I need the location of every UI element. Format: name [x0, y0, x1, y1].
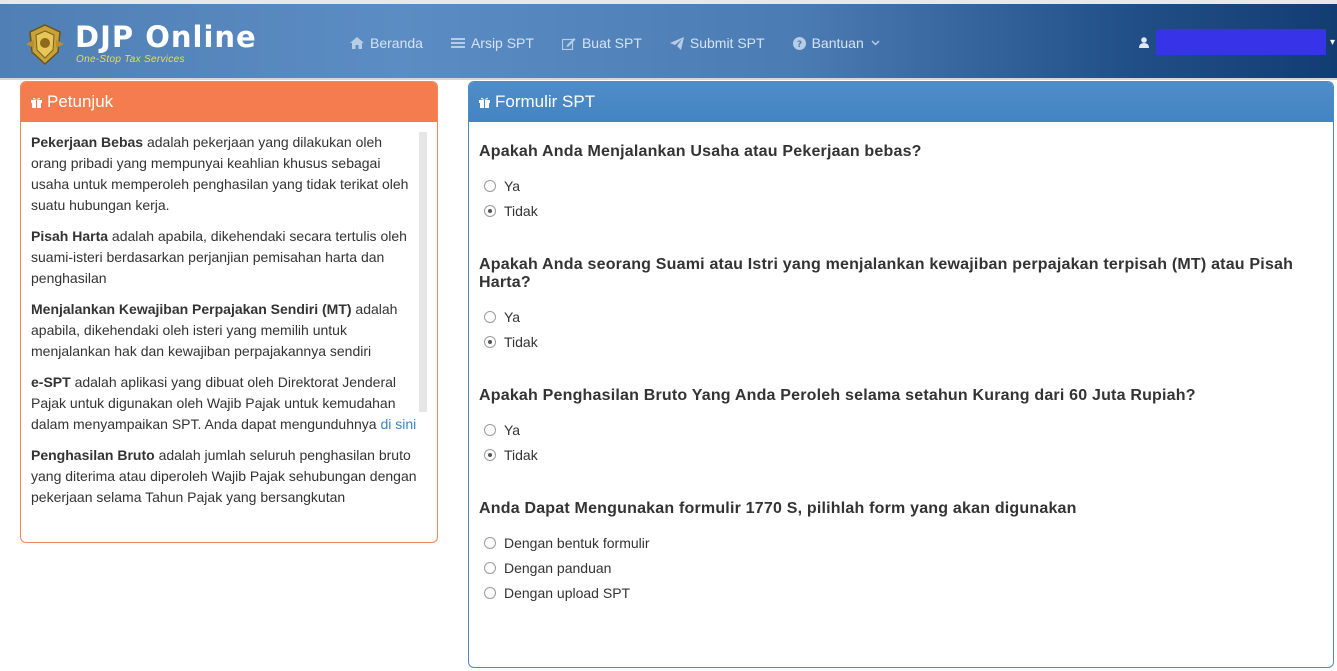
question-options: Ya Tidak [479, 417, 1309, 467]
user-menu[interactable]: ▾ [1139, 29, 1335, 55]
question-2: Apakah Anda seorang Suami atau Istri yan… [479, 256, 1309, 354]
nav-label: Arsip SPT [470, 35, 534, 51]
gift-icon [479, 97, 490, 108]
gift-icon [31, 97, 42, 108]
question-text: Apakah Penghasilan Bruto Yang Anda Perol… [479, 387, 1196, 404]
help-content: Pekerjaan Bebas adalah pekerjaan yang di… [31, 132, 421, 530]
question-options: Ya Tidak [479, 304, 1309, 354]
list-icon [450, 38, 465, 48]
option-bentuk-formulir[interactable]: Dengan bentuk formulir [479, 530, 1309, 555]
nav-bantuan[interactable]: ? Bantuan [792, 35, 880, 51]
help-term: Menjalankan Kewajiban Perpajakan Sendiri… [31, 301, 352, 317]
option-label: Dengan upload SPT [504, 584, 631, 601]
radio-button[interactable] [484, 536, 496, 549]
question-4: Anda Dapat Mengunakan formulir 1770 S, p… [479, 500, 1309, 605]
radio-button[interactable] [484, 561, 496, 574]
option-label: Tidak [504, 446, 538, 463]
option-tidak[interactable]: Tidak [479, 442, 1309, 467]
main-nav: Beranda Arsip SPT Buat SPT Submit SPT ? … [350, 31, 908, 55]
nav-arsip-spt[interactable]: Arsip SPT [450, 35, 534, 51]
option-label: Dengan panduan [504, 559, 612, 576]
help-text: adalah aplikasi yang dibuat oleh Direkto… [31, 374, 397, 432]
form-panel-title: Formulir SPT [495, 92, 596, 111]
question-text: Anda Dapat Mengunakan formulir 1770 S, p… [479, 500, 1077, 517]
option-tidak[interactable]: Tidak [479, 198, 1309, 223]
option-label: Dengan bentuk formulir [504, 534, 650, 551]
nav-beranda[interactable]: Beranda [350, 35, 423, 51]
help-term: Penghasilan Bruto [31, 447, 155, 463]
option-label: Ya [504, 177, 521, 194]
help-item: Penghasilan Bruto adalah jumlah seluruh … [31, 445, 421, 508]
option-label: Tidak [504, 202, 538, 219]
brand-subtitle: One-Stop Tax Services [76, 54, 185, 65]
svg-text:?: ? [796, 40, 801, 50]
edit-icon [561, 37, 576, 50]
option-ya[interactable]: Ya [479, 173, 1309, 198]
option-upload-spt[interactable]: Dengan upload SPT [479, 580, 1309, 605]
help-item: Pekerjaan Bebas adalah pekerjaan yang di… [31, 132, 421, 216]
radio-button[interactable] [484, 423, 496, 436]
app-header: DJP Online One-Stop Tax Services Beranda… [0, 4, 1337, 80]
radio-button[interactable] [484, 179, 496, 192]
nav-label: Submit SPT [689, 35, 765, 51]
help-term: Pekerjaan Bebas [31, 134, 144, 150]
user-name-box [1156, 29, 1326, 55]
option-ya[interactable]: Ya [479, 417, 1309, 442]
option-panduan[interactable]: Dengan panduan [479, 555, 1309, 580]
djp-logo [26, 24, 64, 66]
help-circle-icon: ? [792, 36, 806, 50]
radio-button-selected[interactable] [484, 448, 496, 461]
radio-button-selected[interactable] [484, 204, 496, 217]
nav-label: Bantuan [811, 35, 864, 51]
download-espt-link[interactable]: di sini [380, 416, 416, 432]
user-icon [1139, 36, 1149, 48]
form-panel-header: Formulir SPT [469, 82, 1333, 122]
form-panel: Formulir SPT Apakah Anda Menjalankan Usa… [468, 81, 1334, 668]
question-text: Apakah Anda Menjalankan Usaha atau Peker… [479, 143, 922, 160]
help-item: Menjalankan Kewajiban Perpajakan Sendiri… [31, 299, 421, 362]
question-1: Apakah Anda Menjalankan Usaha atau Peker… [479, 143, 1309, 223]
radio-button[interactable] [484, 310, 496, 323]
home-icon [350, 37, 364, 49]
help-panel: Petunjuk Pekerjaan Bebas adalah pekerjaa… [20, 81, 438, 543]
radio-button-selected[interactable] [484, 335, 496, 348]
nav-submit-spt[interactable]: Submit SPT [669, 35, 765, 51]
nav-buat-spt[interactable]: Buat SPT [561, 35, 642, 51]
help-item: Pisah Harta adalah apabila, dikehendaki … [31, 226, 421, 289]
option-tidak[interactable]: Tidak [479, 329, 1309, 354]
radio-button[interactable] [484, 586, 496, 599]
question-options: Ya Tidak [479, 173, 1309, 223]
chevron-down-icon [871, 40, 880, 46]
option-ya[interactable]: Ya [479, 304, 1309, 329]
caret-down-icon: ▾ [1330, 36, 1336, 48]
help-panel-title: Petunjuk [47, 92, 114, 111]
brand-title: DJP Online [75, 20, 257, 54]
help-term: e-SPT [31, 374, 71, 390]
nav-label: Buat SPT [581, 35, 642, 51]
option-label: Tidak [504, 333, 538, 350]
nav-label: Beranda [370, 35, 423, 51]
help-item: e-SPT adalah aplikasi yang dibuat oleh D… [31, 372, 421, 435]
help-term: Pisah Harta [31, 228, 109, 244]
question-3: Apakah Penghasilan Bruto Yang Anda Perol… [479, 387, 1309, 467]
question-text: Apakah Anda seorang Suami atau Istri yan… [479, 256, 1294, 291]
send-icon [669, 36, 684, 50]
option-label: Ya [504, 421, 521, 438]
help-scrollbar[interactable] [419, 132, 427, 412]
option-label: Ya [504, 308, 521, 325]
help-panel-header: Petunjuk [21, 82, 437, 122]
question-options: Dengan bentuk formulir Dengan panduan De… [479, 530, 1309, 605]
